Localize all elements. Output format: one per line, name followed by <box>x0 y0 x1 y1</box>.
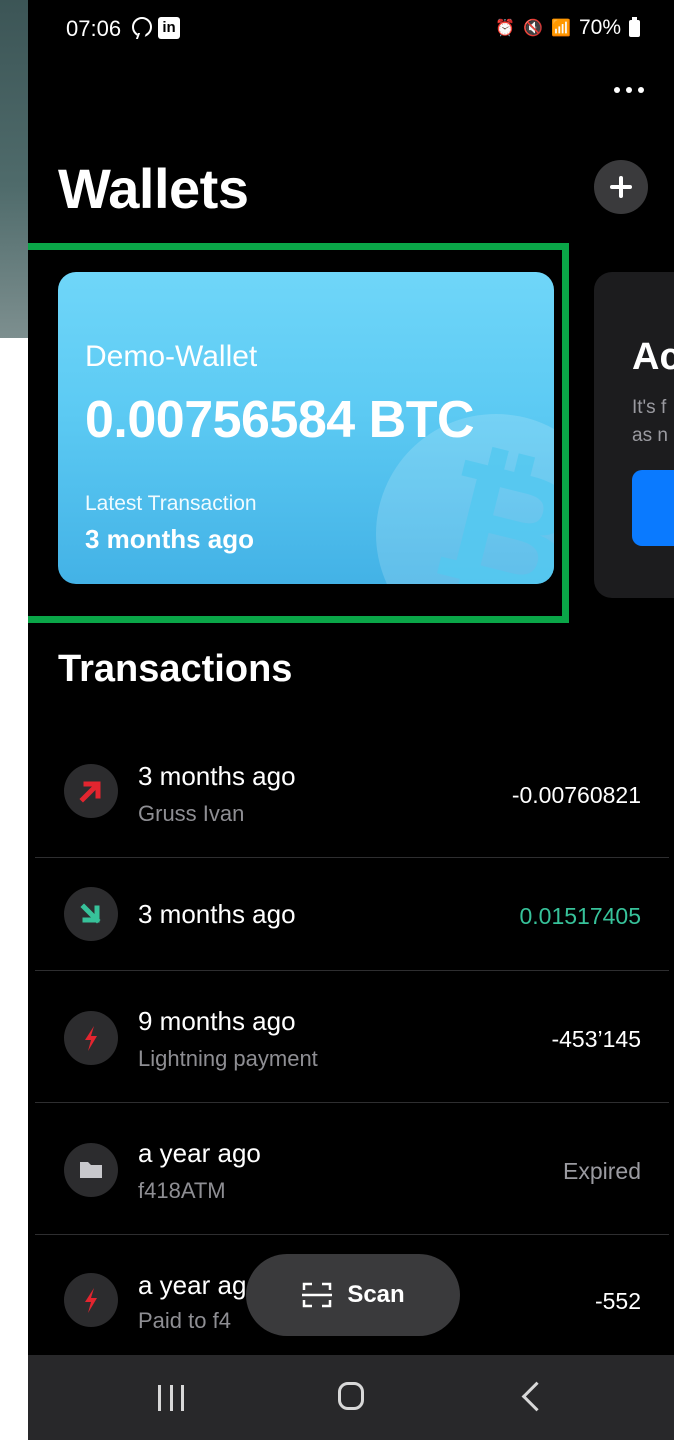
transaction-time: 3 months ago <box>138 899 296 929</box>
transaction-desc: Paid to f4 <box>138 1308 231 1333</box>
folder-icon <box>64 1143 118 1197</box>
add-wallet-button[interactable] <box>594 160 648 214</box>
transaction-amount: -0.00760821 <box>511 782 641 808</box>
arrow-up-right-icon <box>64 764 118 818</box>
whatsapp-icon <box>132 17 152 37</box>
transaction-row[interactable]: 9 months ago Lightning payment -453’145 <box>35 970 669 1103</box>
status-bar: 07:06 in ⏰ 🔇 📶 70% <box>28 12 674 48</box>
transaction-amount: 0.01517405 <box>519 903 641 929</box>
add-wallet-desc-line2: as n <box>632 425 668 446</box>
linkedin-icon: in <box>158 17 180 39</box>
transaction-row[interactable]: 3 months ago 0.01517405 <box>35 857 669 971</box>
mute-icon: 🔇 <box>523 20 544 37</box>
screenshot-backdrop <box>0 0 28 1440</box>
page-title: Wallets <box>58 157 249 220</box>
transaction-desc: Gruss Ivan <box>138 801 245 826</box>
add-wallet-card-desc: It's f as n <box>632 394 668 450</box>
scan-label: Scan <box>347 1281 405 1308</box>
status-time: 07:06 <box>66 16 122 41</box>
battery-percent: 70% <box>578 16 621 39</box>
transaction-time: a year ago <box>138 1138 261 1168</box>
transactions-title: Transactions <box>58 648 293 690</box>
transaction-amount: -552 <box>594 1288 641 1314</box>
backdrop-teal-area <box>0 0 28 338</box>
transaction-time: 9 months ago <box>138 1006 296 1036</box>
alarm-icon: ⏰ <box>495 20 516 37</box>
arrow-down-right-icon <box>64 887 118 941</box>
add-wallet-card[interactable]: Ac It's f as n <box>594 272 674 598</box>
transaction-row[interactable]: 3 months ago Gruss Ivan -0.00760821 <box>35 725 669 858</box>
transaction-desc: f418ATM <box>138 1178 226 1203</box>
transaction-time: 3 months ago <box>138 761 296 791</box>
add-now-button[interactable] <box>632 470 674 546</box>
scan-button[interactable]: Scan <box>246 1254 460 1336</box>
scan-icon <box>302 1282 333 1308</box>
transaction-time: a year ag <box>138 1270 247 1300</box>
battery-icon <box>629 16 640 37</box>
add-wallet-desc-line1: It's f <box>632 397 667 418</box>
recent-apps-button[interactable] <box>158 1385 184 1411</box>
transaction-amount: -453’145 <box>551 1026 641 1052</box>
wifi-icon: 📶 <box>551 20 571 37</box>
selection-highlight-box <box>28 243 569 623</box>
add-wallet-card-title: Ac <box>632 336 674 378</box>
back-button[interactable] <box>521 1381 552 1412</box>
system-nav-bar <box>28 1355 674 1440</box>
lightning-icon <box>64 1011 118 1065</box>
more-options-icon[interactable] <box>614 84 644 96</box>
lightning-icon <box>64 1273 118 1327</box>
transaction-row[interactable]: a year ago f418ATM Expired <box>35 1102 669 1235</box>
notification-icons: in <box>132 17 180 39</box>
transaction-desc: Lightning payment <box>138 1046 318 1071</box>
transaction-amount: Expired <box>563 1158 641 1184</box>
home-button[interactable] <box>338 1382 364 1410</box>
phone-screen: 07:06 in ⏰ 🔇 📶 70% Wallets ₿ Demo-Wallet… <box>28 0 674 1440</box>
status-right: ⏰ 🔇 📶 70% <box>495 16 640 40</box>
